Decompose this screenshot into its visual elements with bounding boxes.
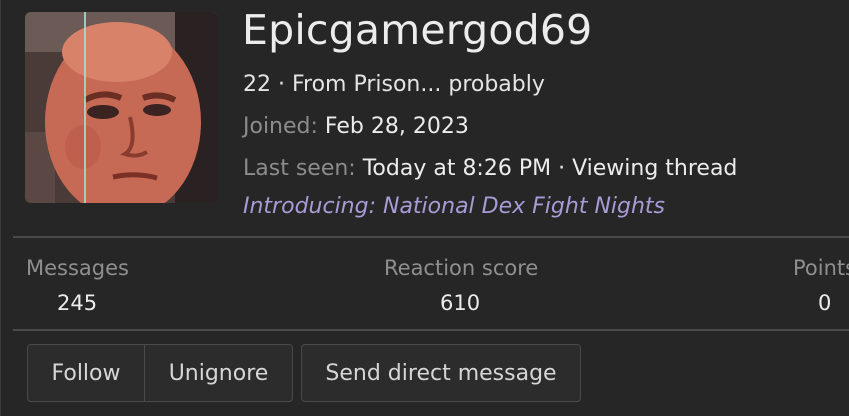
divider [13, 236, 849, 238]
member-profile-card: Epicgamergod69 22 · From Prison... proba… [0, 0, 849, 416]
joined-row: Joined: Feb 28, 2023 [243, 114, 469, 139]
follow-button[interactable]: Follow [28, 345, 144, 401]
unignore-button[interactable]: Unignore [144, 345, 292, 401]
joined-date: Feb 28, 2023 [324, 114, 469, 139]
divider [13, 329, 849, 331]
avatar[interactable] [25, 12, 218, 203]
custom-title: Introducing: National Dex Fight Nights [243, 194, 666, 219]
joined-label: Joined: [243, 114, 318, 139]
last-seen-label: Last seen: [243, 156, 356, 181]
age-location: 22 · From Prison... probably [243, 72, 545, 97]
stat-points-value[interactable]: 0 [818, 291, 831, 315]
username: Epicgamergod69 [242, 6, 593, 54]
stat-messages-value[interactable]: 245 [57, 291, 97, 315]
last-seen-row: Last seen: Today at 8:26 PM · Viewing th… [243, 156, 737, 181]
stat-reaction-value[interactable]: 610 [440, 291, 480, 315]
stat-reaction-label: Reaction score [384, 256, 539, 280]
stat-points-label: Points [793, 256, 849, 280]
follow-ignore-button-group: Follow Unignore [27, 344, 293, 402]
stat-messages-label: Messages [26, 256, 129, 280]
send-direct-message-button[interactable]: Send direct message [301, 344, 581, 402]
last-seen-value[interactable]: Today at 8:26 PM · Viewing thread [363, 156, 738, 181]
